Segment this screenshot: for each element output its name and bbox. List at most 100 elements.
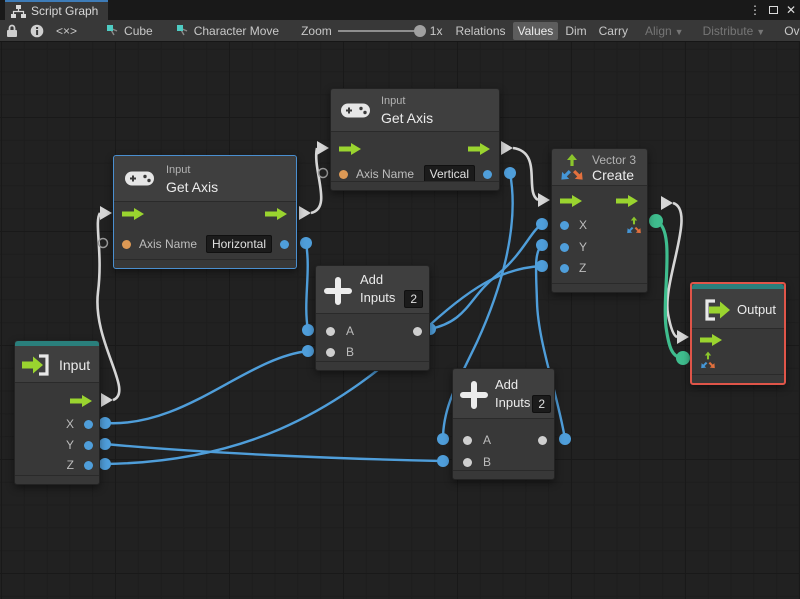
flow-out-port[interactable] xyxy=(616,195,639,207)
node-add-1[interactable]: Add Inputs 2 A B xyxy=(315,265,430,371)
lock-icon xyxy=(7,24,17,37)
port-row-b: B xyxy=(316,342,429,362)
node-footer xyxy=(552,283,647,292)
port-row-y: Y xyxy=(552,237,647,257)
flow-port-row xyxy=(114,204,296,224)
node-category: Input xyxy=(381,95,406,107)
node-header: Add Inputs 2 xyxy=(453,369,554,419)
info-icon xyxy=(30,24,44,37)
vector3-in-port[interactable] xyxy=(699,351,717,369)
values-toggle[interactable]: Values xyxy=(512,21,559,40)
input-y-port[interactable] xyxy=(560,242,569,252)
flow-port-row xyxy=(552,191,647,211)
carry-toggle[interactable]: Carry xyxy=(594,22,633,40)
flow-port-row xyxy=(15,391,99,411)
vector3-out-port[interactable] xyxy=(625,216,643,234)
flow-in-port[interactable] xyxy=(560,195,583,207)
value-out-port[interactable] xyxy=(483,169,492,179)
flow-out-port[interactable] xyxy=(468,143,491,155)
flow-out-port[interactable] xyxy=(265,208,288,220)
value-inspection-button[interactable]: <×> xyxy=(50,20,83,41)
vector3-value-row xyxy=(692,350,784,370)
distribute-dropdown[interactable]: Distribute ▼ xyxy=(698,22,771,40)
input-a-port[interactable] xyxy=(326,326,335,336)
input-x-port[interactable] xyxy=(560,220,569,230)
breadcrumb-character-move[interactable]: Character Move xyxy=(169,24,287,38)
x-out-port[interactable] xyxy=(84,419,93,429)
tab-script-graph[interactable]: Script Graph xyxy=(5,0,109,20)
sum-out-port[interactable] xyxy=(538,435,547,445)
lock-button[interactable] xyxy=(0,20,24,41)
node-title: Add xyxy=(360,272,384,287)
graph-hierarchy-icon xyxy=(11,4,26,18)
node-header: Input Get Axis xyxy=(331,89,499,132)
port-row-x: X xyxy=(15,414,99,434)
port-row-z: Z xyxy=(15,455,99,475)
dim-toggle[interactable]: Dim xyxy=(560,22,591,40)
close-icon[interactable]: ✕ xyxy=(786,4,796,16)
flow-in-port[interactable] xyxy=(339,143,362,155)
relations-toggle[interactable]: Relations xyxy=(450,22,510,40)
flow-out-port[interactable] xyxy=(70,395,93,407)
y-out-port[interactable] xyxy=(84,440,93,450)
graph-toolbar: <×> Cube Character Move Zoom 1x Relation… xyxy=(0,20,800,42)
zoom-control: Zoom 1x xyxy=(301,24,442,38)
chevron-down-icon: ▼ xyxy=(756,26,766,37)
info-button[interactable] xyxy=(24,20,50,41)
node-vector3-create[interactable]: Vector 3 Create X Y Z xyxy=(551,148,648,293)
maximize-icon[interactable] xyxy=(768,6,778,14)
input-b-port[interactable] xyxy=(326,347,335,357)
axis-name-port[interactable] xyxy=(122,239,131,249)
node-title: Output xyxy=(737,302,777,317)
flow-in-port[interactable] xyxy=(700,334,723,346)
node-header: Input xyxy=(15,346,99,383)
tab-title: Script Graph xyxy=(31,4,99,18)
port-row-a: A xyxy=(453,430,554,450)
axis-name-port[interactable] xyxy=(339,169,348,179)
window-buttons: ⋮ ✕ xyxy=(749,0,796,20)
input-a-port[interactable] xyxy=(463,435,472,445)
zoom-slider[interactable] xyxy=(337,24,426,37)
node-footer xyxy=(692,374,784,383)
inputs-count-field[interactable]: 2 xyxy=(532,395,551,413)
sum-out-port[interactable] xyxy=(413,326,422,336)
inputs-count-field[interactable]: 2 xyxy=(404,290,423,308)
axis-name-value-field[interactable]: Horizontal xyxy=(205,235,272,253)
breadcrumb-cube[interactable]: Cube xyxy=(99,24,161,38)
port-row-a: A xyxy=(316,321,429,341)
node-get-axis-horizontal[interactable]: Input Get Axis Axis Name Horizontal xyxy=(113,155,297,269)
gamepad-icon xyxy=(125,171,154,186)
node-footer xyxy=(15,475,99,484)
input-z-port[interactable] xyxy=(560,263,569,273)
value-out-port[interactable] xyxy=(280,239,289,249)
node-category: Vector 3 xyxy=(592,153,637,167)
node-graph-input[interactable]: Input X Y Z xyxy=(14,340,100,485)
zoom-slider-handle[interactable] xyxy=(413,24,426,37)
input-bracket-icon xyxy=(22,354,49,376)
node-get-axis-vertical[interactable]: Input Get Axis Axis Name Vertical xyxy=(330,88,500,191)
flow-port-row xyxy=(331,139,499,159)
zoom-label: Zoom xyxy=(301,23,332,38)
chevron-down-icon: ▼ xyxy=(674,26,684,37)
flow-in-port[interactable] xyxy=(122,208,145,220)
kebab-menu-icon[interactable]: ⋮ xyxy=(749,4,761,16)
node-footer xyxy=(114,259,296,268)
node-title: Get Axis xyxy=(381,110,434,126)
graph-node-icon xyxy=(107,24,118,35)
vector3-icon xyxy=(561,154,583,180)
align-dropdown[interactable]: Align ▼ xyxy=(640,22,689,40)
node-add-2[interactable]: Add Inputs 2 A B xyxy=(452,368,555,480)
z-out-port[interactable] xyxy=(84,460,93,470)
overview-button[interactable]: Overv xyxy=(779,22,800,40)
node-header: Output xyxy=(692,289,784,329)
input-b-port[interactable] xyxy=(463,457,472,467)
node-header: Input Get Axis xyxy=(114,156,296,202)
graph-canvas[interactable]: Input Get Axis Axis Name Vertical Input … xyxy=(0,42,800,599)
node-title: Add xyxy=(495,377,519,392)
node-title: Input xyxy=(59,357,91,373)
node-footer xyxy=(453,470,554,479)
output-bracket-icon xyxy=(705,299,730,321)
node-graph-output[interactable]: Output xyxy=(690,282,786,385)
plus-icon xyxy=(324,277,352,305)
node-header: Add Inputs 2 xyxy=(316,266,429,314)
